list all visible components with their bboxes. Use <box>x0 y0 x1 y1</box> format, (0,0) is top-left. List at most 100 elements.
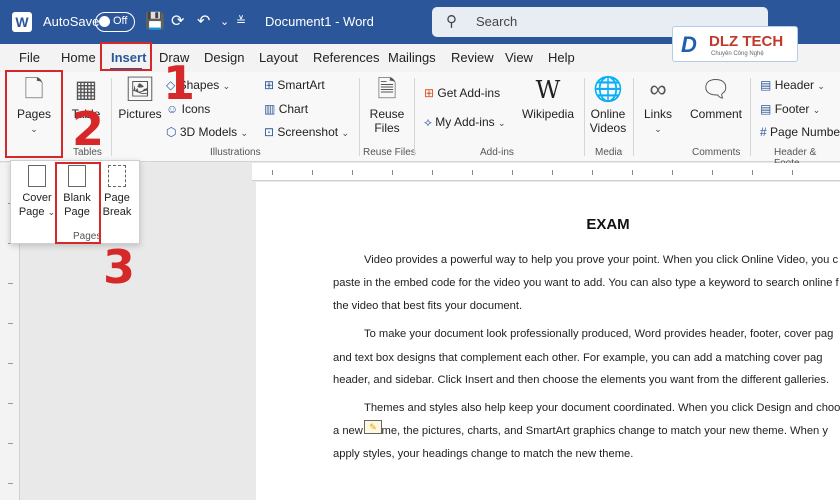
chart-label: Chart <box>278 102 309 116</box>
annotation-step-1: 1 <box>163 56 196 110</box>
group-label-media: Media <box>595 147 623 158</box>
annotation-box-blank-page <box>55 162 101 244</box>
logo-mark-icon: D <box>681 32 697 57</box>
document-page[interactable]: EXAM Video provides a powerful way to he… <box>256 182 840 500</box>
horizontal-ruler[interactable] <box>252 163 840 181</box>
ribbon-separator <box>414 78 415 156</box>
page-break-button[interactable]: Page Break <box>97 165 137 219</box>
logo-text: DLZ TECH <box>709 33 784 50</box>
tab-references[interactable]: References <box>313 50 379 65</box>
wikipedia-icon: W <box>535 76 561 104</box>
customize-toolbar-icon[interactable]: ≚ <box>236 14 246 28</box>
screenshot-icon: ⊡ <box>264 125 275 139</box>
wikipedia-button[interactable]: W Wikipedia <box>520 76 576 121</box>
paragraph-line: header, and sidebar. Click Insert and th… <box>333 374 830 386</box>
tab-design[interactable]: Design <box>204 50 244 65</box>
online-videos-button[interactable]: 🌐 Online Videos <box>588 76 628 135</box>
autosave-state: Off <box>113 15 128 27</box>
annotation-step-2: 2 <box>72 102 105 156</box>
3d-models-button[interactable]: ⬡ 3D Models ⌄ <box>166 125 248 139</box>
links-button[interactable]: ∞ Links ⌄ <box>640 76 676 135</box>
paste-options-icon[interactable]: ✎ <box>364 420 382 434</box>
screenshot-label: Screenshot <box>277 125 339 139</box>
3d-models-icon: ⬡ <box>166 125 177 139</box>
group-label-reuse-files: Reuse Files <box>363 147 416 158</box>
footer-label: Footer <box>774 102 810 116</box>
dlz-tech-logo: D DLZ TECH Chuyên Công Nghệ <box>672 26 798 62</box>
paragraph-line: paste in the embed code for the video yo… <box>333 277 839 289</box>
ribbon-separator <box>584 78 585 156</box>
reuse-files-icon: 🗎 <box>377 76 397 103</box>
group-label-add-ins: Add-ins <box>480 147 514 158</box>
page-break-icon <box>108 165 126 187</box>
reuse-files-label: Reuse Files <box>369 107 405 135</box>
footer-icon: ▤ <box>760 102 772 116</box>
tab-layout[interactable]: Layout <box>259 50 298 65</box>
toggle-knob <box>99 16 110 27</box>
chart-button[interactable]: ▥ Chart <box>264 102 308 116</box>
page-number-button[interactable]: # Page Numbe <box>760 125 840 139</box>
my-addins-button[interactable]: ⟡ My Add-ins ⌄ <box>424 115 506 130</box>
pictures-label: Pictures <box>118 107 162 121</box>
page-number-label: Page Numbe <box>770 125 840 139</box>
wikipedia-label: Wikipedia <box>521 107 575 121</box>
undo-dropdown-icon[interactable]: ⌄ <box>220 15 229 28</box>
comment-label: Comment <box>689 107 742 121</box>
get-addins-button[interactable]: ⊞ Get Add-ins <box>424 86 500 100</box>
tab-mailings[interactable]: Mailings <box>388 50 436 65</box>
page-number-icon: # <box>760 125 767 139</box>
tab-view[interactable]: View <box>505 50 533 65</box>
screenshot-button[interactable]: ⊡ Screenshot ⌄ <box>264 125 349 139</box>
comment-icon: 🗨 <box>700 76 732 103</box>
paragraph-line: a new theme, the pictures, charts, and S… <box>333 425 828 437</box>
pictures-icon: 🖼 <box>124 76 156 103</box>
group-label-illustrations: Illustrations <box>210 147 261 158</box>
save-icon[interactable]: 💾 <box>145 11 165 31</box>
paragraph-line: and text box designs that complement eac… <box>333 352 823 364</box>
smartart-label: SmartArt <box>277 78 325 92</box>
get-addins-label: Get Add-ins <box>437 86 501 100</box>
paragraph-line: Themes and styles also help keep your do… <box>364 402 840 414</box>
page-break-label: Page Break <box>102 192 132 218</box>
document-title: Document1 - Word <box>265 14 374 29</box>
smartart-icon: ⊞ <box>264 78 275 92</box>
header-icon: ▤ <box>760 78 772 92</box>
links-icon: ∞ <box>649 76 667 103</box>
header-button[interactable]: ▤ Header ⌄ <box>760 78 825 92</box>
paragraph-line: the video that best fits your document. <box>333 300 523 312</box>
annotation-box-pages <box>5 70 63 158</box>
chart-icon: ▥ <box>264 102 276 116</box>
paragraph-line: Video provides a powerful way to help yo… <box>364 254 839 266</box>
undo-icon[interactable]: ↶ <box>197 11 210 31</box>
tab-file[interactable]: File <box>19 50 40 65</box>
autosave-toggle[interactable]: Off <box>95 12 135 32</box>
search-placeholder: Search <box>476 14 518 29</box>
paragraph-line: apply styles, your headings change to ma… <box>333 448 634 460</box>
paragraph-line: To make your document look professionall… <box>364 328 834 340</box>
smartart-button[interactable]: ⊞ SmartArt <box>264 78 325 92</box>
redo-icon[interactable]: ⟳ <box>171 11 184 31</box>
tab-home[interactable]: Home <box>61 50 96 65</box>
reuse-files-button[interactable]: 🗎 Reuse Files <box>364 76 410 135</box>
ribbon: 🗋 Pages ⌄ ▦ Table Tables 🖼 Pictures ◇ Sh… <box>0 72 840 169</box>
ribbon-separator <box>750 78 751 156</box>
document-heading: EXAM <box>586 216 630 233</box>
tab-review[interactable]: Review <box>451 50 494 65</box>
links-caret-icon: ⌄ <box>654 124 662 134</box>
footer-button[interactable]: ▤ Footer ⌄ <box>760 102 820 116</box>
autosave-label: AutoSave <box>43 14 100 29</box>
online-videos-label: Online Videos <box>589 107 627 135</box>
ribbon-separator <box>111 78 112 156</box>
store-icon: ⊞ <box>424 86 435 100</box>
word-logo-icon: W <box>12 12 32 32</box>
cover-page-button[interactable]: Cover Page ⌄ <box>17 165 57 219</box>
comment-button[interactable]: 🗨 Comment <box>688 76 744 121</box>
links-label: Links <box>643 107 672 121</box>
ribbon-separator <box>633 78 634 156</box>
annotation-box-insert <box>100 42 152 71</box>
my-addins-label: My Add-ins <box>435 115 495 129</box>
pictures-button[interactable]: 🖼 Pictures <box>118 76 162 121</box>
ribbon-separator <box>359 78 360 156</box>
tab-help[interactable]: Help <box>548 50 575 65</box>
table-icon: ▦ <box>74 76 98 103</box>
